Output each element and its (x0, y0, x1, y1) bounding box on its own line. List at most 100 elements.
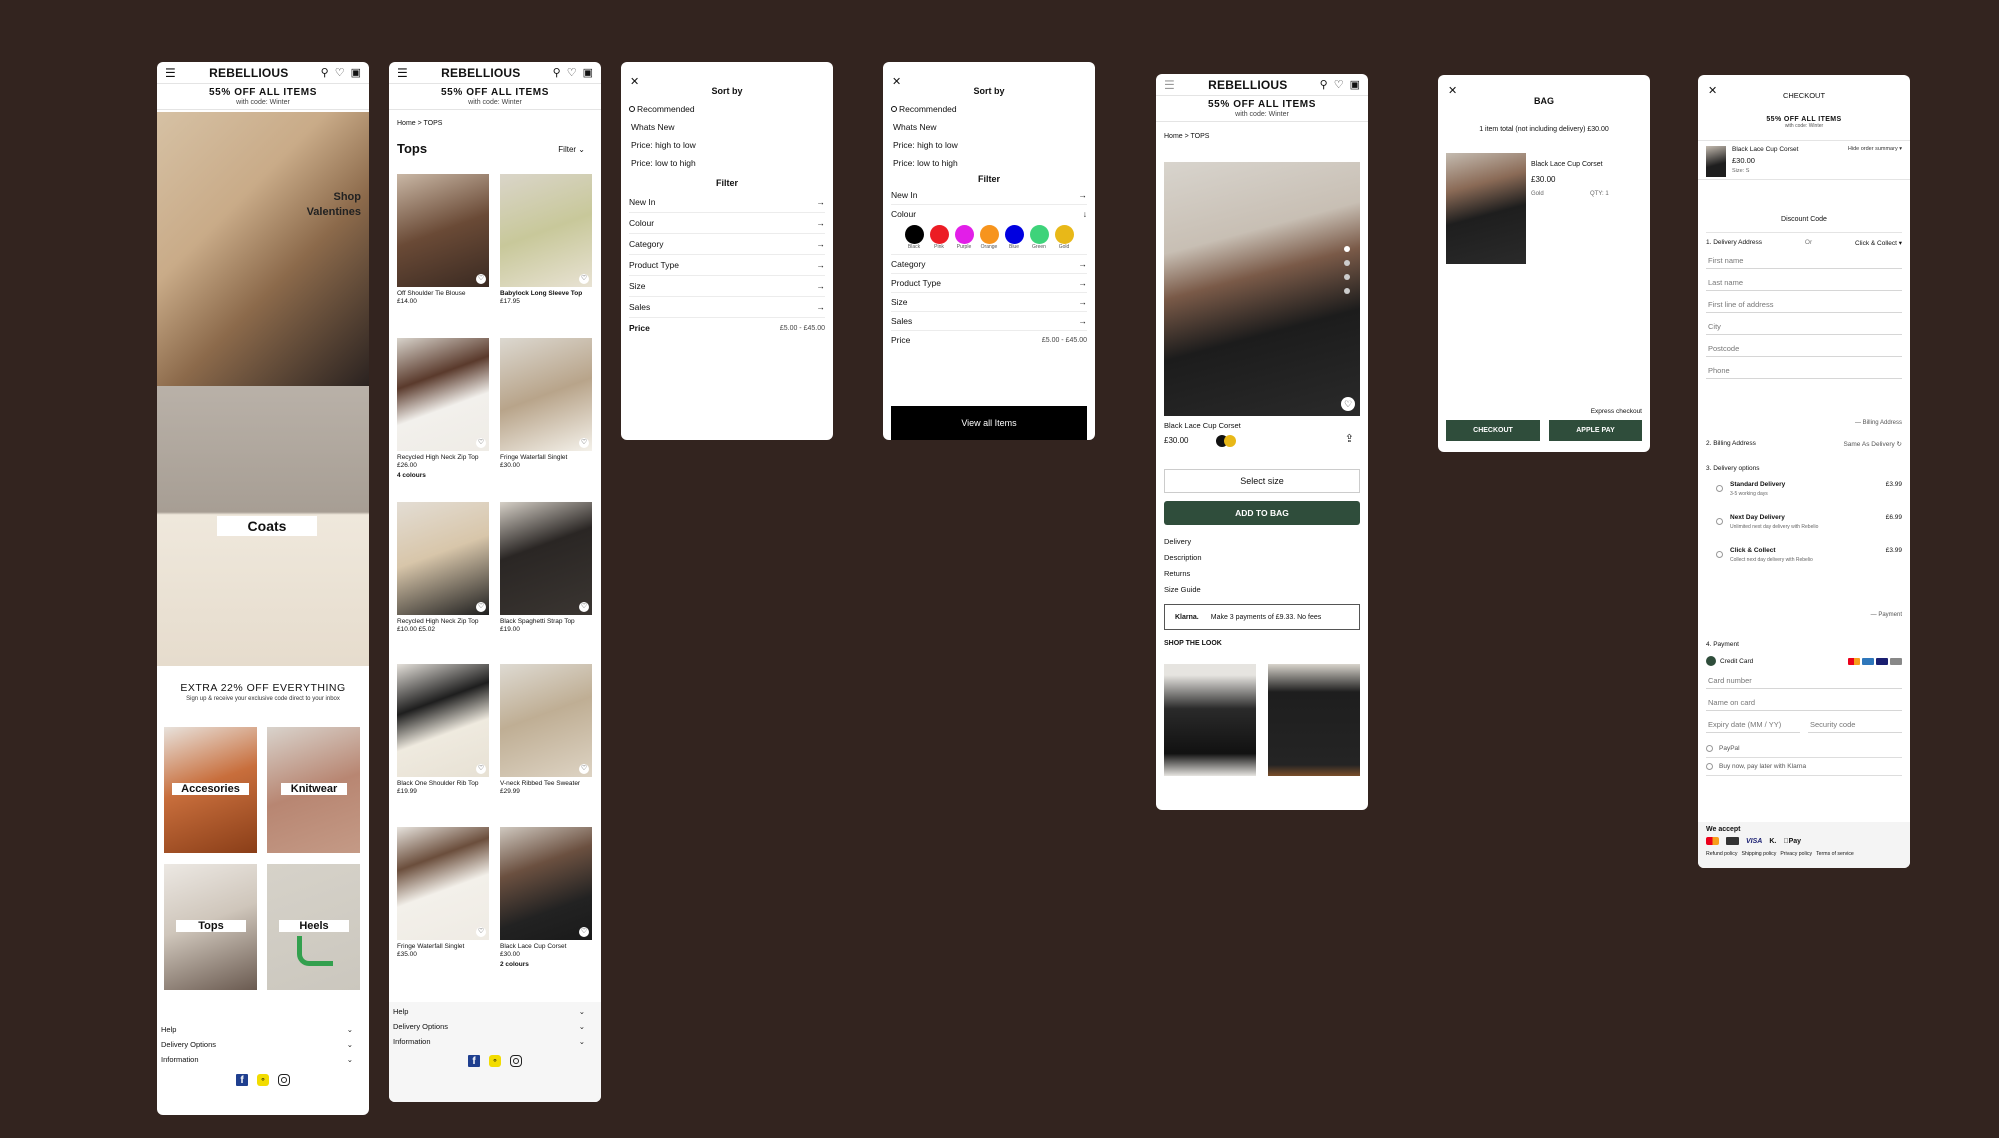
billing-address-link[interactable]: — Billing Address (1855, 420, 1902, 426)
privacy-policy-link[interactable]: Privacy policy (1780, 851, 1812, 857)
delivery-option-click-collect[interactable]: Click & Collect £3.99 Collect next day de… (1706, 547, 1902, 563)
snapchat-icon[interactable]: ⚬ (257, 1074, 269, 1086)
instagram-icon[interactable] (278, 1074, 290, 1086)
heart-icon[interactable]: ♡ (476, 927, 486, 937)
name-on-card-field[interactable]: Name on card (1706, 689, 1902, 711)
menu-icon[interactable]: ☰ (165, 67, 177, 79)
hero-image-coats[interactable]: Coats (157, 386, 369, 666)
colour-swatch[interactable]: Black (904, 225, 924, 250)
product-image[interactable]: ♡ (397, 174, 489, 287)
shipping-policy-link[interactable]: Shipping policy (1741, 851, 1776, 857)
refund-policy-link[interactable]: Refund policy (1706, 851, 1737, 857)
menu-icon[interactable]: ☰ (397, 67, 409, 79)
footer-item-information[interactable]: Information ⌄ (391, 1034, 587, 1049)
product-card[interactable]: ♡ V-neck Ribbed Tee Sweater £29.99 (500, 664, 592, 795)
phone-field[interactable]: Phone (1706, 357, 1902, 379)
carousel-dot[interactable] (1344, 246, 1350, 252)
hero-image-valentines[interactable]: Shop Valentines (157, 112, 369, 386)
radio-icon[interactable] (1716, 551, 1723, 558)
filter-sales[interactable]: Sales → (891, 312, 1087, 331)
expiry-date-field[interactable]: Expiry date (MM / YY) (1706, 711, 1800, 733)
product-image[interactable]: ♡ (397, 502, 489, 615)
product-card[interactable]: ♡ Black Lace Cup Corset £30.00 2 colours (500, 827, 592, 969)
footer-item-help[interactable]: Help ⌄ (159, 1022, 355, 1037)
select-size-dropdown[interactable]: Select size (1164, 469, 1360, 493)
payment-link[interactable]: — Payment (1871, 612, 1902, 618)
link-delivery[interactable]: Delivery (1164, 534, 1202, 550)
colour-swatch[interactable]: Gold (1054, 225, 1074, 250)
promo-banner[interactable]: 55% OFF ALL ITEMS with code: Winter (389, 84, 601, 110)
checkout-button[interactable]: CHECKOUT (1446, 420, 1540, 441)
search-icon[interactable]: ⚲ (553, 66, 561, 79)
bag-item-image[interactable] (1446, 153, 1526, 264)
footer-item-information[interactable]: Information ⌄ (159, 1052, 355, 1067)
category-accesories[interactable]: Accesories (164, 727, 257, 853)
heart-icon[interactable]: ♡ (579, 274, 589, 284)
promo-banner[interactable]: 55% OFF ALL ITEMS with code: Winter (1698, 116, 1910, 129)
apple-pay-button[interactable]: APPLE PAY (1549, 420, 1642, 441)
colour-swatch[interactable]: Green (1029, 225, 1049, 250)
postcode-field[interactable]: Postcode (1706, 335, 1902, 357)
category-tops[interactable]: Tops (164, 864, 257, 990)
product-image[interactable]: ♡ (397, 664, 489, 777)
heart-icon[interactable]: ♡ (476, 764, 486, 774)
heart-icon[interactable]: ♡ (335, 66, 345, 79)
facebook-icon[interactable]: f (468, 1055, 480, 1067)
colour-swatch[interactable]: Orange (979, 225, 999, 250)
coats-label[interactable]: Coats (217, 516, 317, 536)
radio-icon[interactable] (1706, 745, 1713, 752)
sort-option-price-high[interactable]: Price: high to low (629, 136, 825, 154)
product-image[interactable]: ♡ (397, 827, 489, 940)
heart-icon[interactable]: ♡ (579, 438, 589, 448)
close-icon[interactable]: ✕ (630, 75, 639, 88)
look-item-boots[interactable] (1164, 664, 1256, 776)
heart-icon[interactable]: ♡ (1341, 397, 1355, 411)
snapchat-icon[interactable]: ⚬ (489, 1055, 501, 1067)
radio-icon[interactable] (1716, 518, 1723, 525)
filter-size[interactable]: Size → (891, 293, 1087, 312)
filter-button[interactable]: Filter ⌄ (558, 145, 585, 154)
product-main-image[interactable]: ♡ (1164, 162, 1360, 416)
heart-icon[interactable]: ♡ (476, 438, 486, 448)
share-icon[interactable]: ⇪ (1345, 432, 1354, 445)
terms-link[interactable]: Terms of service (1816, 851, 1854, 857)
product-image[interactable]: ♡ (500, 827, 592, 940)
colour-swatch[interactable]: Blue (1004, 225, 1024, 250)
filter-category[interactable]: Category → (629, 234, 825, 255)
same-as-delivery-toggle[interactable]: Same As Delivery ↻ (1843, 440, 1902, 448)
filter-price[interactable]: Price £5.00 - £45.00 (891, 331, 1087, 349)
category-knitwear[interactable]: Knitwear (267, 727, 360, 853)
delivery-option-next-day[interactable]: Next Day Delivery £6.99 Unlimited next da… (1706, 514, 1902, 530)
radio-selected-icon[interactable] (1706, 656, 1716, 666)
order-summary[interactable]: Black Lace Cup Corset £30.00 Size: S Hid… (1698, 140, 1910, 180)
close-icon[interactable]: ✕ (892, 75, 901, 88)
product-image[interactable]: ♡ (500, 664, 592, 777)
radio-icon[interactable] (1716, 485, 1723, 492)
link-description[interactable]: Description (1164, 550, 1202, 566)
colour-selector[interactable] (1216, 435, 1238, 447)
product-card[interactable]: ♡ Black One Shoulder Rib Top £19.99 (397, 664, 489, 795)
promo-banner[interactable]: 55% OFF ALL ITEMS with code: Winter (1156, 96, 1368, 122)
heart-icon[interactable]: ♡ (567, 66, 577, 79)
klarna-banner[interactable]: Klarna. Make 3 payments of £9.33. No fee… (1164, 604, 1360, 630)
link-returns[interactable]: Returns (1164, 566, 1202, 582)
link-size-guide[interactable]: Size Guide (1164, 582, 1202, 598)
product-image[interactable]: ♡ (500, 502, 592, 615)
search-icon[interactable]: ⚲ (321, 66, 329, 79)
sort-option-whats-new[interactable]: Whats New (629, 118, 825, 136)
product-image[interactable]: ♡ (397, 338, 489, 451)
card-number-field[interactable]: Card number (1706, 666, 1902, 689)
instagram-icon[interactable] (510, 1055, 522, 1067)
filter-colour[interactable]: Colour → (629, 213, 825, 234)
brand-logo[interactable]: REBELLIOUS (177, 66, 321, 80)
klarna-option[interactable]: Buy now, pay later with Klarna (1706, 758, 1902, 776)
promo-banner[interactable]: 55% OFF ALL ITEMS with code: Winter (157, 84, 369, 110)
product-card[interactable]: ♡ Fringe Waterfall Singlet £30.00 (500, 338, 592, 469)
bag-icon[interactable]: ▣ (1350, 78, 1360, 91)
search-icon[interactable]: ⚲ (1320, 78, 1328, 91)
credit-card-option[interactable]: Credit Card (1706, 656, 1902, 666)
order-summary-toggle[interactable]: Hide order summary ▾ (1848, 146, 1902, 152)
product-card[interactable]: ♡ Recycled High Neck Zip Top £10.00 £5.0… (397, 502, 489, 633)
delivery-option-standard[interactable]: Standard Delivery £3.99 3-5 working days (1706, 481, 1902, 497)
click-collect-toggle[interactable]: Click & Collect ▾ (1855, 239, 1902, 247)
